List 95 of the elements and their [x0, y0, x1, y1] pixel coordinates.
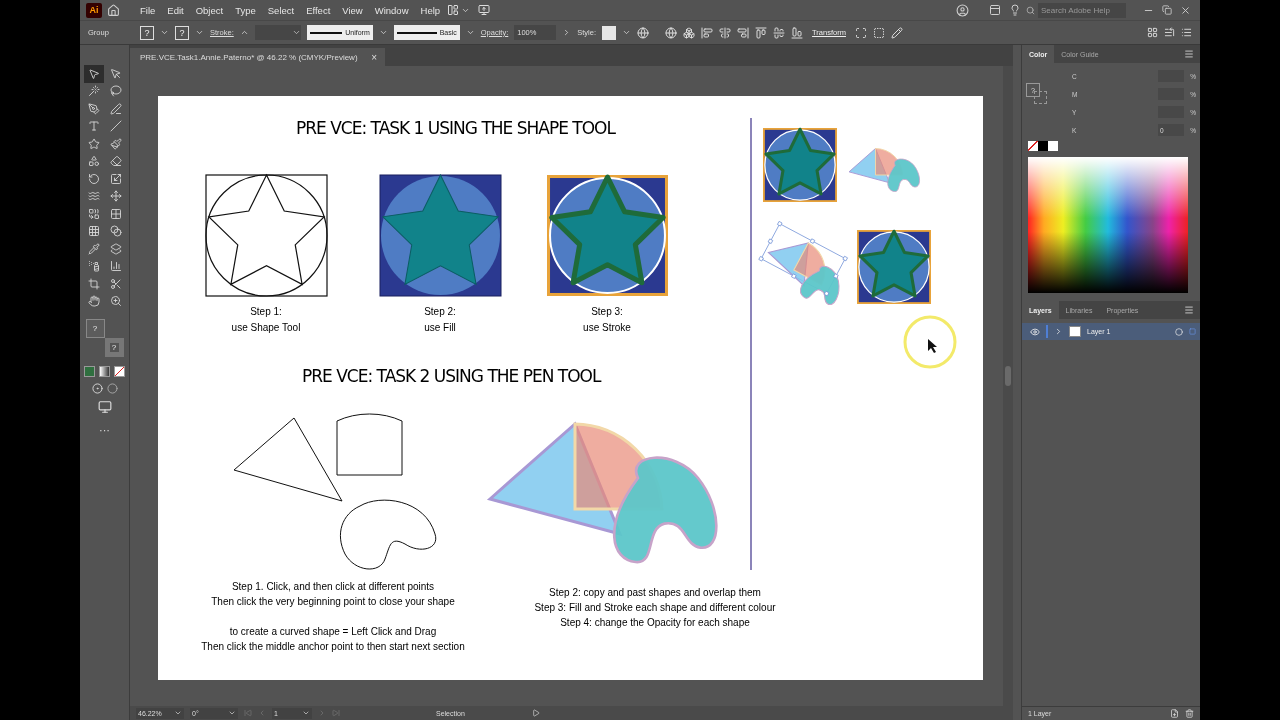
stroke-swatch[interactable]: ? — [175, 25, 189, 40]
slice-icon[interactable] — [109, 277, 122, 290]
mesh-icon[interactable] — [87, 225, 100, 238]
menu-item[interactable]: Edit — [162, 2, 189, 18]
zoom-icon[interactable] — [109, 295, 122, 308]
align-center-icon[interactable] — [719, 26, 732, 39]
workspace-icon[interactable] — [447, 4, 460, 16]
eye-icon[interactable] — [1030, 326, 1040, 337]
menu-item[interactable]: View — [337, 2, 368, 18]
star-icon[interactable] — [87, 137, 100, 150]
scale-icon[interactable] — [109, 172, 122, 185]
align-left-icon[interactable] — [701, 26, 714, 39]
step-caption: Step 2: use Fill — [423, 305, 457, 335]
pen-icon[interactable] — [87, 102, 100, 115]
stroke-swatch[interactable] — [1034, 91, 1047, 104]
caret-icon[interactable] — [174, 709, 182, 717]
screen-mode-icon[interactable] — [97, 400, 112, 414]
none-mode-button[interactable] — [114, 366, 125, 377]
menu-icon[interactable] — [1184, 49, 1194, 59]
instruction-text: Step 1. Click, and then click at different points — [230, 580, 436, 594]
restore-icon[interactable] — [1159, 4, 1175, 16]
caret-icon[interactable] — [378, 28, 388, 37]
list-icon[interactable] — [1164, 27, 1175, 38]
style-swatch[interactable] — [602, 25, 617, 40]
grid-icon[interactable] — [1147, 27, 1158, 38]
caret-icon[interactable] — [465, 28, 475, 37]
stroke-swatch[interactable]: ? — [104, 338, 124, 357]
brush-icon[interactable] — [109, 137, 122, 150]
target-icon[interactable] — [1175, 327, 1183, 336]
fill-swatch[interactable]: ? — [85, 319, 105, 338]
instruction-text: Then click the very beginning point to close your shape — [210, 595, 456, 609]
gradient-mode-button[interactable] — [99, 366, 110, 377]
step-caption: Step 1: use Shape Tool — [230, 305, 302, 335]
align-top-icon[interactable] — [755, 26, 768, 39]
more-tools-button[interactable]: ··· — [99, 424, 110, 436]
instruction-text: Step 4: change the Opacity for each shape — [559, 616, 751, 630]
menu-item[interactable]: Window — [369, 2, 414, 18]
instruction-text: to create a curved shape = Left Click and Drag — [228, 625, 438, 639]
selection-tool-button[interactable] — [83, 65, 104, 83]
menu-item[interactable]: File — [135, 2, 161, 18]
trash-icon[interactable] — [1185, 709, 1194, 718]
eraser-icon[interactable] — [109, 155, 122, 168]
menu-item[interactable]: Select — [262, 2, 300, 18]
heading: PRE VCE: TASK 1 USING THE SHAPE TOOL — [296, 118, 615, 138]
caret-icon[interactable] — [302, 709, 310, 717]
line-icon[interactable] — [109, 120, 122, 133]
play-icon[interactable] — [532, 709, 540, 717]
pencil-icon[interactable] — [890, 26, 903, 39]
boxes-icon[interactable] — [683, 26, 696, 39]
swatch[interactable] — [1048, 141, 1058, 151]
menu-item[interactable]: Object — [190, 2, 229, 18]
caret-icon[interactable] — [228, 709, 236, 717]
monitor-icon[interactable] — [478, 4, 491, 16]
cursor-highlight-drawing — [903, 315, 957, 369]
user-icon[interactable] — [953, 2, 972, 18]
wand-icon[interactable] — [87, 85, 100, 98]
hand-icon[interactable] — [87, 295, 100, 308]
align-middle-icon[interactable] — [773, 26, 786, 39]
chevron-icon[interactable] — [1054, 327, 1063, 336]
align-right-icon[interactable] — [737, 26, 750, 39]
close-button[interactable]: × — [371, 51, 377, 63]
menu-icon[interactable] — [1181, 27, 1192, 38]
color-spectrum[interactable] — [1028, 157, 1188, 293]
step-caption: Step 3: use Stroke — [582, 305, 632, 335]
search-field[interactable]: Search Adobe Help — [1038, 2, 1126, 18]
none-swatch[interactable] — [1028, 141, 1038, 151]
app-logo: Ai — [86, 2, 102, 18]
instruction-text: Then click the middle anchor point to then start next section — [200, 640, 466, 654]
heading: PRE VCE: TASK 2 USING THE PEN TOOL — [302, 366, 601, 386]
document-tab[interactable]: PRE.VCE.Task1.Annie.Paterno* @ 46.22 % (CMYK/Preview) × — [130, 48, 385, 66]
layer-thumbnail — [1069, 326, 1081, 337]
swatch[interactable] — [1038, 141, 1048, 151]
eyedropper-icon[interactable] — [87, 242, 100, 255]
search-icon[interactable] — [1026, 5, 1035, 15]
caret-icon[interactable] — [160, 28, 169, 37]
caret-icon[interactable] — [291, 28, 301, 37]
menu-icon[interactable] — [1184, 305, 1194, 315]
menu-item[interactable]: Type — [230, 2, 261, 18]
instruction-text: Step 3: Fill and Stroke each shape and different colour — [533, 601, 777, 615]
color-mode-button[interactable] — [84, 366, 95, 377]
caret-icon[interactable] — [622, 28, 632, 37]
rotate-icon[interactable] — [87, 172, 100, 185]
curvature-icon[interactable] — [109, 102, 122, 115]
fill-swatch[interactable]: ? — [140, 25, 154, 40]
instruction-text: Step 2: copy and past shapes and overlap them — [548, 586, 762, 600]
globe-icon[interactable] — [665, 26, 678, 39]
new-layer-icon[interactable] — [1170, 709, 1179, 718]
direct-icon[interactable] — [109, 67, 122, 80]
menu-item[interactable]: Effect — [301, 2, 336, 18]
lasso-icon[interactable] — [109, 85, 122, 98]
menu-item[interactable]: Help — [415, 2, 446, 18]
type-icon[interactable] — [87, 120, 100, 133]
caret-icon[interactable] — [195, 28, 204, 37]
graph-icon[interactable] — [109, 260, 122, 273]
align-bottom-icon[interactable] — [791, 26, 804, 39]
